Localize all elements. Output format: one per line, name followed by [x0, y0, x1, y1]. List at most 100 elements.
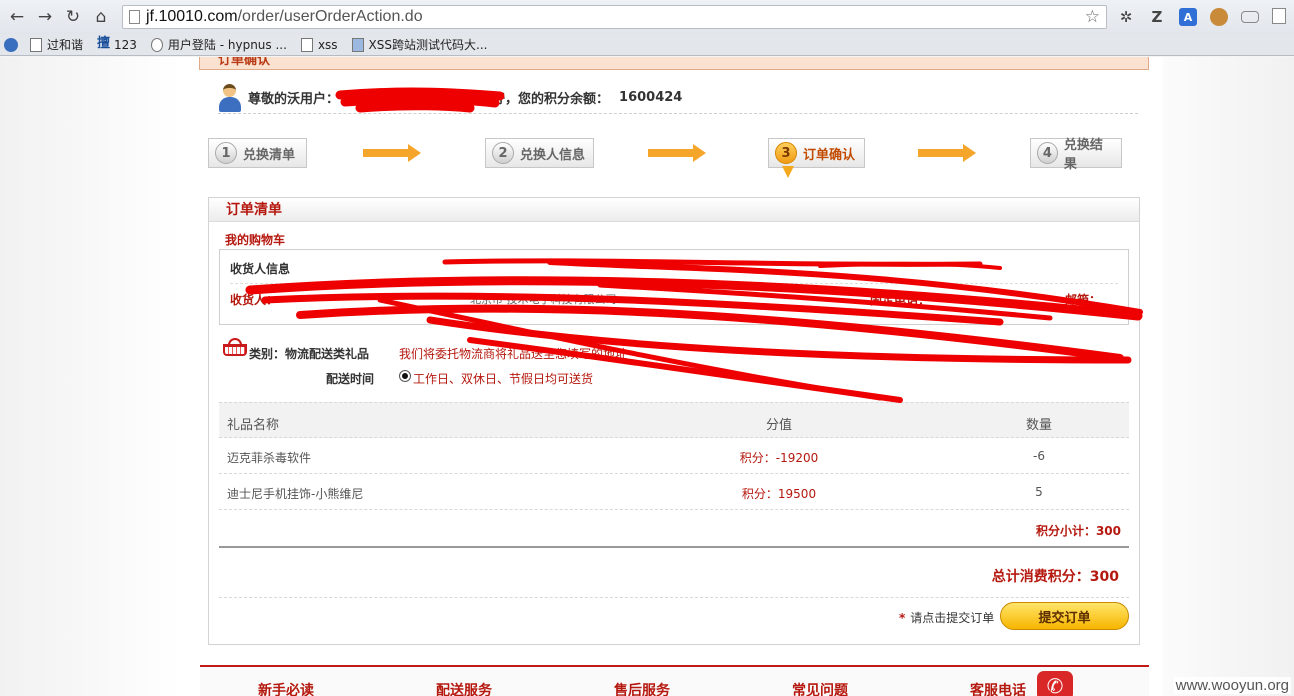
bookmark-item[interactable]: 过和谐 — [30, 36, 83, 53]
order-title: 订单清单 — [209, 198, 1139, 222]
browser-toolbar: ← → ↻ ⌂ jf.10010.com/order/userOrderActi… — [0, 0, 1294, 34]
gift-qty: -6 — [1033, 449, 1045, 463]
step-number: 1 — [215, 142, 237, 164]
total: 总计消费积分：300 — [991, 569, 1119, 585]
receiver-title: 收货人信息 — [230, 262, 291, 276]
phone-icon: ✆ — [1037, 671, 1073, 696]
step-2: 2 兑换人信息 — [485, 138, 594, 168]
apps-icon[interactable] — [4, 37, 18, 52]
page-icon — [300, 37, 313, 52]
bookmarks-bar: 过和谐 擅 123 用户登陆 - hypnus ... xss XSS跨站测试代码… — [0, 34, 1294, 56]
greeting-suffix: 您好，您的积分余额： — [479, 92, 610, 107]
step-label: 订单确认 — [803, 147, 856, 163]
watermark: www.wooyun.org — [1173, 677, 1291, 694]
step-label: 兑换清单 — [243, 147, 296, 163]
home-icon[interactable]: ⌂ — [90, 6, 112, 28]
cart-title: 我的购物车 — [225, 233, 286, 247]
bookmark-label: 用户登陆 - hypnus ... — [167, 38, 287, 52]
step-arrow-icon — [363, 144, 421, 162]
table-header: 礼品名称 分值 数量 — [219, 402, 1129, 438]
step-1: 1 兑换清单 — [208, 138, 307, 168]
step-3: 3 订单确认 — [768, 138, 865, 178]
header-qty: 数量 — [1025, 418, 1052, 433]
step-arrow-icon — [918, 144, 976, 162]
step-pin-icon — [782, 166, 794, 178]
receiver-label: 收货人： — [230, 293, 279, 307]
reload-icon[interactable]: ↻ — [62, 6, 84, 28]
greeting: 尊敬的沃用户： 您好，您的积分余额： 1600424 — [218, 82, 1138, 114]
step-label: 兑换人信息 — [520, 147, 586, 163]
footer-link[interactable]: 客服电话 — [970, 680, 1026, 696]
bookmark-item[interactable]: xss — [300, 37, 338, 52]
footer-link[interactable]: 常见问题 — [792, 680, 848, 696]
back-icon[interactable]: ← — [6, 6, 28, 28]
subtotal-row: 积分小计：300 — [219, 511, 1129, 548]
bookmark-item[interactable]: XSS跨站测试代码大... — [351, 36, 488, 53]
section-header: 订单确认 — [199, 57, 1149, 70]
delivery-value: 工作日、双休日、节假日均可送货 — [413, 372, 594, 386]
email-label: 邮箱： — [1065, 293, 1102, 307]
greeting-prefix: 尊敬的沃用户： — [248, 92, 340, 107]
footer-nav: 新手必读 配送服务 售后服务 常见问题 客服电话 ✆ — [200, 665, 1149, 696]
subtotal: 积分小计：300 — [1035, 524, 1121, 538]
gift-name: 迪士尼手机挂饰-小熊维尼 — [227, 487, 364, 501]
print-icon[interactable] — [1241, 11, 1259, 23]
step-number: 3 — [775, 142, 797, 164]
main-content: 订单确认 尊敬的沃用户： 您好，您的积分余额： 1600424 1 兑换清单 2… — [185, 57, 1163, 696]
bookmark-label: 123 — [114, 37, 137, 52]
gift-name: 迈克菲杀毒软件 — [227, 451, 312, 465]
points-balance: 1600424 — [619, 90, 683, 105]
bookmark-label: XSS跨站测试代码大... — [368, 38, 488, 52]
footer-link[interactable]: 新手必读 — [258, 680, 314, 696]
category-note: 我们将委托物流商将礼品送至您填写的地址 — [399, 347, 628, 361]
gift-qty: 5 — [1035, 485, 1043, 499]
bookmark-label: 过和谐 — [47, 38, 84, 52]
notes-icon[interactable] — [1272, 8, 1286, 24]
order-list: 订单清单 我的购物车 收货人信息 收货人： 北京市 技术电子科技有限公司 固定电… — [208, 197, 1140, 645]
submit-note-text: 请点击提交订单 — [910, 611, 995, 625]
receiver-value: 北京市 技术电子科技有限公司 — [470, 293, 617, 306]
bookmark-item[interactable]: 擅 123 — [97, 35, 137, 52]
step-number: 4 — [1037, 142, 1058, 164]
extension-bug-icon[interactable]: ✲ — [1117, 8, 1135, 26]
bookmark-label: xss — [317, 37, 338, 52]
page-icon — [30, 37, 42, 52]
page-icon — [129, 10, 140, 24]
divider — [230, 283, 1118, 284]
header-value: 分值 — [765, 418, 792, 433]
table-row: 迈克菲杀毒软件 积分：-19200 -6 — [219, 438, 1129, 474]
phone-label: 固定电话： — [870, 293, 931, 307]
bookmark-star-icon[interactable]: ☆ — [1085, 7, 1100, 27]
user-avatar-icon — [218, 83, 242, 113]
link-icon — [150, 37, 163, 52]
url-path: /order/userOrderAction.do — [237, 8, 423, 25]
gift-value: 积分：19500 — [741, 487, 817, 501]
step-4: 4 兑换结果 — [1030, 138, 1122, 172]
receiver-info: 收货人信息 收货人： 北京市 技术电子科技有限公司 固定电话： 邮箱： — [219, 249, 1129, 325]
header-name: 礼品名称 — [227, 418, 280, 433]
cookie-icon[interactable] — [1210, 8, 1228, 26]
delivery-label: 配送时间 — [326, 372, 375, 386]
extension-z-icon[interactable]: Z — [1148, 8, 1166, 26]
translate-icon[interactable]: A — [1179, 8, 1197, 26]
url-host: jf.10010.com — [146, 8, 238, 25]
bookmark-item[interactable]: 用户登陆 - hypnus ... — [150, 36, 287, 53]
total-row: 总计消费积分：300 — [219, 554, 1129, 598]
delivery-radio[interactable] — [399, 370, 411, 382]
forward-icon[interactable]: → — [34, 6, 56, 28]
submit-order-button[interactable]: 提交订单 — [1000, 602, 1129, 630]
step-label: 兑换结果 — [1063, 138, 1103, 172]
site-icon — [351, 37, 364, 52]
category-label: 类别：物流配送类礼品 — [249, 347, 370, 361]
table-row: 迪士尼手机挂饰-小熊维尼 积分：19500 5 — [219, 474, 1129, 510]
basket-icon — [223, 338, 247, 358]
footer-link[interactable]: 售后服务 — [614, 680, 670, 696]
step-number: 2 — [492, 142, 514, 164]
address-bar[interactable]: jf.10010.com/order/userOrderAction.do ☆ — [122, 5, 1107, 29]
gift-value: 积分：-19200 — [739, 451, 819, 465]
bookmark-icon: 擅 — [97, 35, 111, 51]
gift-table: 礼品名称 分值 数量 迈克菲杀毒软件 积分：-19200 -6 迪士尼手机挂饰-… — [219, 402, 1129, 510]
step-arrow-icon — [648, 144, 706, 162]
section-title: 订单确认 — [218, 57, 271, 68]
footer-link[interactable]: 配送服务 — [436, 680, 492, 696]
